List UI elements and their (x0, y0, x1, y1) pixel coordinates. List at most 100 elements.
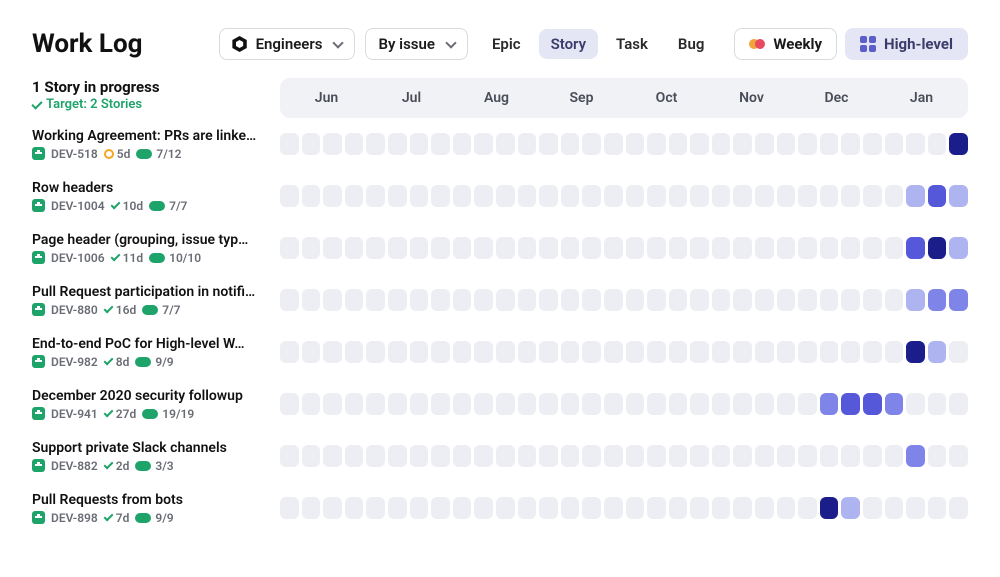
check-icon (103, 408, 113, 418)
timeline-cell (690, 393, 709, 415)
timeline-cell (777, 133, 796, 155)
by-issue-dropdown[interactable]: By issue (365, 28, 467, 60)
timeline-cell (626, 185, 645, 207)
timeline-cell (885, 185, 904, 207)
timeline-cell (518, 237, 537, 259)
issue-key: DEV-882 (51, 459, 98, 473)
issue-progress: 9/9 (135, 511, 173, 525)
story-type-icon (32, 199, 45, 212)
weekly-button[interactable]: Weekly (734, 28, 837, 60)
timeline-cell (690, 237, 709, 259)
check-icon (110, 252, 120, 262)
tab-bug[interactable]: Bug (666, 29, 716, 59)
timeline-cells (280, 445, 968, 467)
timeline-cell (863, 289, 882, 311)
timeline-cell (755, 185, 774, 207)
issue-row[interactable]: Support private Slack channelsDEV-8822d3… (32, 430, 968, 482)
timeline-cell (410, 289, 429, 311)
timeline-cell (647, 497, 666, 519)
timeline-cell (453, 341, 472, 363)
timeline-cell (647, 133, 666, 155)
timeline-cell (410, 445, 429, 467)
timeline-cell (712, 445, 731, 467)
issue-row[interactable]: Row headersDEV-100410d7/7 (32, 170, 968, 222)
issue-row[interactable]: Page header (grouping, issue typ…DEV-100… (32, 222, 968, 274)
timeline-cell (280, 445, 299, 467)
issue-progress: 9/9 (135, 355, 173, 369)
issue-row[interactable]: Working Agreement: PRs are linke…DEV-518… (32, 118, 968, 170)
engineers-dropdown[interactable]: Engineers (219, 28, 356, 60)
issue-meta: DEV-100611d10/10 (32, 251, 268, 265)
story-type-icon (32, 147, 45, 160)
timeline-cell (777, 185, 796, 207)
timeline-cell (323, 237, 342, 259)
timeline-cell (733, 133, 752, 155)
issue-type-tabs: EpicStoryTaskBug (480, 29, 716, 59)
timeline-cell (410, 237, 429, 259)
high-level-button[interactable]: High-level (845, 28, 968, 60)
timeline-cell (561, 237, 580, 259)
timeline-cell (863, 445, 882, 467)
timeline-cell (539, 497, 558, 519)
timeline-cell (647, 393, 666, 415)
issue-row[interactable]: December 2020 security followupDEV-94127… (32, 378, 968, 430)
issue-key: DEV-982 (51, 355, 98, 369)
timeline-cell (345, 445, 364, 467)
timeline-cell (863, 393, 882, 415)
timeline-cell (798, 133, 817, 155)
timeline-cell (582, 393, 601, 415)
timeline-cell (561, 497, 580, 519)
month-label: Jan (879, 90, 964, 106)
story-type-icon (32, 251, 45, 264)
timeline-cell (885, 393, 904, 415)
issue-duration: 7d (104, 511, 130, 525)
timeline-cell (798, 237, 817, 259)
story-type-icon (32, 511, 45, 524)
tab-story[interactable]: Story (539, 29, 598, 59)
tab-epic[interactable]: Epic (480, 29, 533, 59)
timeline-cell (949, 341, 968, 363)
timeline-cell (949, 445, 968, 467)
timeline-cell (366, 341, 385, 363)
timeline-cell (539, 237, 558, 259)
timeline-cell (712, 185, 731, 207)
progress-pill-icon (149, 201, 165, 211)
timeline-cell (777, 289, 796, 311)
timeline-cell (453, 393, 472, 415)
timeline-cell (885, 341, 904, 363)
issue-progress: 7/7 (142, 303, 180, 317)
issue-meta: DEV-88016d7/7 (32, 303, 268, 317)
timeline-cell (431, 237, 450, 259)
timeline-cell (539, 185, 558, 207)
timeline-cell (388, 185, 407, 207)
timeline-cell (733, 393, 752, 415)
timeline-cell (280, 289, 299, 311)
issue-row[interactable]: Pull Requests from botsDEV-8987d9/9 (32, 482, 968, 534)
check-icon (103, 304, 113, 314)
timeline-cell (561, 185, 580, 207)
timeline-cell (712, 237, 731, 259)
engineers-dropdown-label: Engineers (256, 35, 323, 53)
issue-row[interactable]: End-to-end PoC for High-level W…DEV-9828… (32, 326, 968, 378)
timeline-cell (453, 445, 472, 467)
timeline-cells (280, 497, 968, 519)
timeline-cell (949, 237, 968, 259)
header: Work Log Engineers By issue EpicStoryTas… (32, 28, 968, 60)
month-header: JunJulAugSepOctNovDecJan (280, 78, 968, 118)
issue-title: Support private Slack channels (32, 440, 268, 456)
timeline-cell (626, 445, 645, 467)
issue-row[interactable]: Pull Request participation in notifi…DEV… (32, 274, 968, 326)
timeline-cell (841, 237, 860, 259)
tab-task[interactable]: Task (604, 29, 660, 59)
timeline-cell (345, 393, 364, 415)
target-row: Target: 2 Stories (32, 97, 280, 112)
timeline-cell (561, 289, 580, 311)
story-type-icon (32, 355, 45, 368)
high-level-button-label: High-level (884, 35, 953, 53)
timeline-cell (474, 237, 493, 259)
engineers-icon (232, 36, 248, 52)
timeline-cell (626, 289, 645, 311)
issue-key: DEV-880 (51, 303, 98, 317)
month-label: Jul (369, 90, 454, 106)
timeline-cell (712, 133, 731, 155)
